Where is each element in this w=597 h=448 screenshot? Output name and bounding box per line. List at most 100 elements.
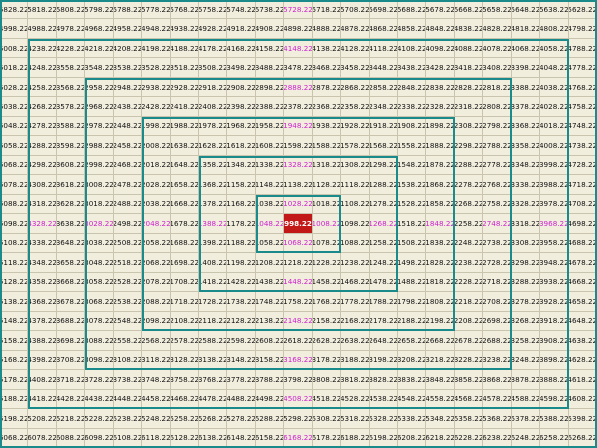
grid-cell: 3618.22 bbox=[56, 175, 86, 195]
grid-cell: 1208.22 bbox=[255, 253, 285, 273]
grid-cell: 2208.22 bbox=[454, 311, 484, 332]
grid-cell: 1618.22 bbox=[227, 136, 256, 156]
grid-cell: 4838.22 bbox=[454, 19, 484, 39]
grid-cell: 2378.22 bbox=[284, 97, 313, 117]
grid-cell: 4918.22 bbox=[227, 19, 256, 39]
grid-cell: 4708.22 bbox=[568, 194, 597, 215]
grid-cell: 2248.22 bbox=[454, 233, 484, 254]
grid-cell: 3798.22 bbox=[284, 370, 313, 390]
grid-cell: 3208.22 bbox=[398, 350, 427, 371]
grid-cell: 4248.22 bbox=[28, 58, 57, 78]
grid-cell: 1388.22 bbox=[199, 214, 228, 234]
grid-cell: 4938.22 bbox=[170, 19, 199, 39]
grid-cell: 2238.22 bbox=[454, 253, 484, 273]
grid-cell: 1218.22 bbox=[284, 253, 313, 273]
grid-cell: 5338.22 bbox=[398, 409, 427, 429]
grid-cell: 2658.22 bbox=[398, 331, 427, 351]
grid-cell: 1198.22 bbox=[227, 253, 256, 273]
grid-cell: 3658.22 bbox=[56, 253, 86, 273]
grid-cell: 4448.22 bbox=[113, 389, 143, 410]
grid-cell: 5658.22 bbox=[483, 0, 512, 20]
grid-cell: 1358.22 bbox=[199, 155, 228, 176]
grid-cell: 2608.22 bbox=[255, 331, 285, 351]
grid-cell: 2558.22 bbox=[113, 331, 143, 351]
grid-cell: 4278.22 bbox=[28, 116, 57, 137]
grid-cell: 2078.22 bbox=[142, 272, 171, 293]
grid-cell: 1738.22 bbox=[227, 292, 256, 312]
grid-cell: 2398.22 bbox=[227, 97, 256, 117]
grid-cell: 6218.22 bbox=[426, 428, 455, 448]
grid-cell: 6158.22 bbox=[255, 428, 285, 448]
grid-cell: 5088.22 bbox=[0, 194, 29, 215]
grid-cell: 2188.22 bbox=[398, 311, 427, 332]
grid-cell: 2098.22 bbox=[142, 311, 171, 332]
grid-cell: 1058.22 bbox=[255, 233, 285, 254]
grid-cell: 1548.22 bbox=[398, 155, 427, 176]
grid-cell: 2998.22 bbox=[85, 155, 114, 176]
grid-cell: 1538.22 bbox=[398, 175, 427, 195]
grid-cell: 1468.22 bbox=[341, 272, 370, 293]
grid-cell: 6268.22 bbox=[568, 428, 597, 448]
grid-cell: 3008.22 bbox=[85, 175, 114, 195]
grid-cell: 2588.22 bbox=[199, 331, 228, 351]
grid-cell: 3848.22 bbox=[426, 370, 455, 390]
grid-cell: 4898.22 bbox=[284, 19, 313, 39]
grid-cell: 2198.22 bbox=[426, 311, 455, 332]
grid-cell: 3758.22 bbox=[170, 370, 199, 390]
grid-cell: 6228.22 bbox=[454, 428, 484, 448]
grid-cell: 1708.22 bbox=[170, 272, 199, 293]
grid-cell: 5098.22 bbox=[0, 214, 29, 234]
grid-cell: 2808.22 bbox=[483, 97, 512, 117]
grid-cell: 5028.22 bbox=[0, 77, 29, 98]
grid-cell: 3148.22 bbox=[227, 350, 256, 371]
grid-cell: 4968.22 bbox=[85, 19, 114, 39]
grid-cell: 3438.22 bbox=[398, 58, 427, 78]
grid-cell: 1288.22 bbox=[369, 175, 398, 195]
grid-cell: 2888.22 bbox=[284, 77, 313, 98]
grid-cell: 2668.22 bbox=[426, 331, 455, 351]
grid-cell: 4528.22 bbox=[341, 389, 370, 410]
grid-cell: 2918.22 bbox=[199, 77, 228, 98]
grid-cell: 4428.22 bbox=[56, 389, 86, 410]
grid-cell: 3918.22 bbox=[540, 311, 569, 332]
grid-cell: 3828.22 bbox=[369, 370, 398, 390]
grid-cell: 2768.22 bbox=[483, 175, 512, 195]
grid-cell: 5388.22 bbox=[540, 409, 569, 429]
grid-cell: 1918.22 bbox=[369, 116, 398, 137]
grid-cell: 6198.22 bbox=[369, 428, 398, 448]
grid-cell: 2128.22 bbox=[227, 311, 256, 332]
grid-cell: 4878.22 bbox=[341, 19, 370, 39]
grid-cell: 3858.22 bbox=[454, 370, 484, 390]
grid-cell: 4288.22 bbox=[28, 136, 57, 156]
grid-cell: 2028.22 bbox=[142, 175, 171, 195]
grid-cell: 4978.22 bbox=[56, 19, 86, 39]
grid-cell: 1008.22 bbox=[312, 214, 342, 234]
grid-cell: 4158.22 bbox=[255, 38, 285, 59]
grid-cell: 2458.22 bbox=[113, 136, 143, 156]
grid-cell: 3498.22 bbox=[227, 58, 256, 78]
grid-cell: 2978.22 bbox=[85, 116, 114, 137]
grid-cell: 1418.22 bbox=[199, 272, 228, 293]
grid-cell: 3368.22 bbox=[511, 116, 541, 137]
grid-cell: 3018.22 bbox=[85, 194, 114, 215]
grid-cell: 4118.22 bbox=[369, 38, 398, 59]
grid-cell: 5768.22 bbox=[170, 0, 199, 20]
grid-cell: 3788.22 bbox=[255, 370, 285, 390]
grid-cell: 2468.22 bbox=[113, 155, 143, 176]
grid-cell: 1518.22 bbox=[398, 214, 427, 234]
grid-cell: 3728.22 bbox=[85, 370, 114, 390]
grid-cell: 5178.22 bbox=[0, 370, 29, 390]
grid-cell: 1238.22 bbox=[341, 253, 370, 273]
grid-cell: 5058.22 bbox=[0, 136, 29, 156]
grid-cell: 2728.22 bbox=[483, 253, 512, 273]
grid-cell: 2878.22 bbox=[312, 77, 342, 98]
grid-cell: 5708.22 bbox=[341, 0, 370, 20]
grid-cell: 2948.22 bbox=[113, 77, 143, 98]
grid-cell: 2268.22 bbox=[454, 194, 484, 215]
grid-cell: 3478.22 bbox=[284, 58, 313, 78]
grid-cell: 2528.22 bbox=[113, 272, 143, 293]
grid-cell: 1988.22 bbox=[170, 116, 199, 137]
grid-cell: 5048.22 bbox=[0, 116, 29, 137]
grid-cell: 4868.22 bbox=[369, 19, 398, 39]
grid-cell: 2448.22 bbox=[113, 116, 143, 137]
